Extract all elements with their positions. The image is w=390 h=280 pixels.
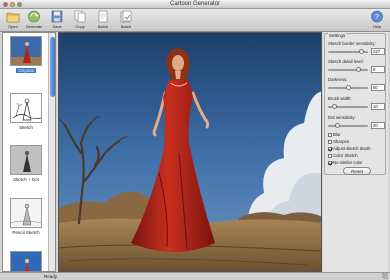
document-stack-icon [120,10,132,23]
detail-level-field[interactable]: 8 [371,66,385,73]
slider-knob[interactable] [345,85,351,90]
generate-icon [28,10,40,23]
open-button[interactable]: Open [3,10,23,31]
pencil-sketch-thumbnail [10,198,42,228]
help-button[interactable]: ? Help [367,10,387,31]
settings-panel: Settings Sketch border sensitivity: 227 … [323,32,388,272]
original-thumbnail [10,36,42,66]
border-sensitivity-slider[interactable] [328,49,368,54]
color-sketch-checkbox[interactable]: Color Sketch [328,153,358,158]
title-bar: Cartoon Generator [0,0,390,9]
copy-icon [74,10,86,23]
folder-icon [6,12,20,23]
detail-level-slider[interactable] [328,67,368,72]
preview-image [59,33,321,271]
sidebar-scroll-thumb[interactable] [50,37,55,97]
darkness-field[interactable]: 50 [371,84,385,91]
sketch-thumbnail [10,93,42,123]
no-similar-color-checkbox[interactable]: No similar color [328,160,363,165]
toolbar: Open Generate Save Copy Batch Batch ? He… [0,9,390,32]
sidebar-item-pencil-sketch[interactable]: Pencil Sketch [3,198,49,236]
generate-button[interactable]: Generate [24,10,44,31]
brush-width-slider[interactable] [328,104,368,109]
status-text: Ready [44,274,58,279]
dot-sensitivity-field[interactable]: 20 [371,122,385,129]
brush-width-label: Brush width: [328,96,352,101]
settings-group: Settings Sketch border sensitivity: 227 … [324,33,386,175]
image-preview [58,32,322,272]
sidebar-item-sketch-dot[interactable]: Sketch + Dot [3,145,49,183]
slider-knob[interactable] [335,123,340,128]
dot-sensitivity-label: Dot sensitivity: [328,115,356,120]
batch-alt-button[interactable]: Batch [116,10,136,31]
svg-text:?: ? [375,14,379,21]
resize-grip-icon[interactable] [382,273,388,279]
window-title: Cartoon Generator [169,1,221,7]
save-button[interactable]: Save [47,10,67,31]
sketch-dot-thumbnail [10,145,42,175]
slider-knob[interactable] [331,104,337,109]
save-icon [51,10,63,23]
sharpen-checkbox[interactable]: Sharpen [328,139,349,144]
reset-button[interactable]: Reset [343,167,371,175]
darkness-label: Darkness: [328,77,348,82]
help-icon: ? [371,10,383,23]
slider-knob[interactable] [359,49,365,54]
sidebar-item-sketch[interactable]: Sketch [3,93,49,131]
batch-icon [98,10,108,23]
copy-button[interactable]: Copy [70,10,90,31]
effects-sidebar: Original Sketch Sketch + Dot Pencil Sket… [2,32,56,272]
color-thumbnail [10,251,42,271]
blur-checkbox[interactable]: Blur [328,132,341,137]
status-bar: Ready [0,272,390,280]
border-sensitivity-field[interactable]: 227 [371,48,385,55]
darkness-slider[interactable] [328,85,368,90]
brush-width-field[interactable]: 10 [371,103,385,110]
adjust-sketch-depth-checkbox[interactable]: Adjust sketch depth [328,146,371,151]
dot-sensitivity-slider[interactable] [328,123,368,128]
sidebar-item-color[interactable] [3,251,49,271]
detail-level-label: Sketch detail level: [328,59,364,64]
slider-knob[interactable] [356,67,361,72]
batch-button[interactable]: Batch [93,10,113,31]
border-sensitivity-label: Sketch border sensitivity: [328,41,376,46]
sidebar-item-original[interactable]: Original [3,36,49,74]
sidebar-scrollbar[interactable] [48,33,55,271]
